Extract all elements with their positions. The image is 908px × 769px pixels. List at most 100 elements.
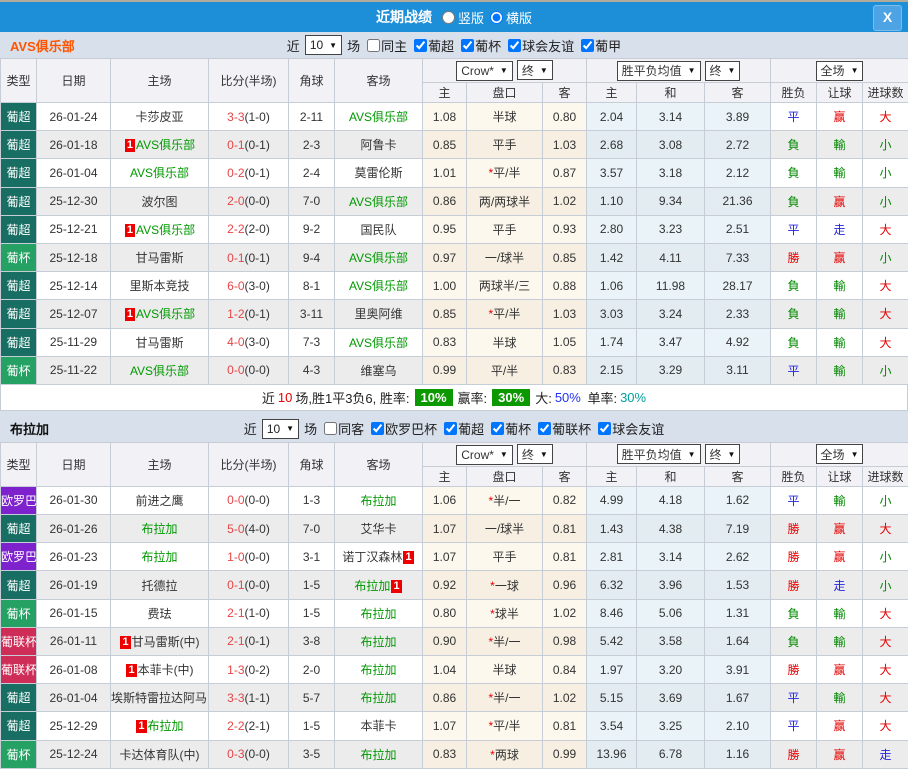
away-team-name: 布拉加 [360,663,396,677]
summary-handicap-label: 赢率: [458,388,488,407]
odds-away-cell: 1.03 [543,300,587,328]
same-venue-filter-checkbox[interactable] [367,39,380,52]
result-text: 平 [788,494,800,508]
result-text: 勝 [788,748,800,762]
home-team-cell: 卡达体育队(中) [111,740,209,768]
avg-away-cell: 1.16 [705,740,771,768]
panel-title: 近期战绩 [376,7,432,27]
league-filter-1-checkbox[interactable] [444,422,457,435]
league-filter-1[interactable]: 葡杯 [457,36,501,55]
results-table: 类型日期主场比分(半场)角球客场Crow*▼终▼胜平负均值▼终▼全场▼主盘口客主… [0,58,908,385]
sub-header-0: 主 [423,83,467,103]
result-text: 走 [834,223,846,237]
avg-stage-select[interactable]: 终▼ [705,61,741,81]
league-filter-3[interactable]: 葡甲 [577,36,621,55]
halftime-score: (4-0) [245,522,270,536]
result-text: 大 [880,279,892,293]
corner-cell: 2-0 [289,656,335,684]
same-venue-filter-label: 同主 [381,36,407,55]
result-text: 赢 [834,522,846,536]
avg-type-select[interactable]: 胜平负均值▼ [617,444,701,464]
same-venue-filter[interactable]: 同客 [320,419,364,438]
same-venue-filter-checkbox[interactable] [324,422,337,435]
fulltime-score: 2-2 [227,222,244,236]
filter-row: AVS俱乐部近10▼场同主葡超葡杯球会友谊葡甲 [0,32,908,58]
league-filter-3-checkbox[interactable] [538,422,551,435]
close-icon: X [883,9,892,25]
result-text: 輸 [834,279,846,293]
league-filter-1-label: 葡杯 [475,36,501,55]
handicap-cell: *半/一 [467,486,543,514]
odds-home-cell: 0.97 [423,243,467,271]
bookmaker-select[interactable]: Crow*▼ [456,445,513,465]
league-filter-0[interactable]: 葡超 [410,36,454,55]
halftime-score: (1-1) [245,691,270,705]
match-period-select[interactable]: 全场▼ [816,444,864,464]
home-team-cell: 1布拉加 [111,712,209,740]
odds-stage-select[interactable]: 终▼ [517,60,553,80]
result-cell: 勝 [771,740,817,768]
handicap-text: 一球 [495,579,519,593]
match-count-select-value: 10 [310,38,323,52]
games-label: 场 [347,36,360,55]
league-filter-2[interactable]: 葡杯 [487,419,531,438]
match-count-select[interactable]: 10▼ [305,35,342,55]
goals-result-cell: 大 [863,712,908,740]
red-marker-badge: 1 [120,636,130,649]
date-cell: 26-01-18 [37,131,111,159]
odds-stage-select[interactable]: 终▼ [517,444,553,464]
league-filter-2-checkbox[interactable] [508,39,521,52]
odds-home-cell: 0.83 [423,328,467,356]
col-header-0: 类型 [1,59,37,103]
league-filter-1[interactable]: 葡超 [440,419,484,438]
match-count-select[interactable]: 10▼ [262,419,299,439]
handicap-text: 平手 [492,223,516,237]
odds-home-cell: 1.07 [423,712,467,740]
result-cell: 平 [771,486,817,514]
league-filter-1-checkbox[interactable] [461,39,474,52]
league-filter-2-checkbox[interactable] [491,422,504,435]
league-filter-0[interactable]: 欧罗巴杯 [367,419,437,438]
handicap-result-cell: 輸 [817,356,863,384]
table-row: 葡超26-01-04埃斯特雷拉达阿马多拉3-3(1-1)5-7布拉加0.86*半… [1,684,908,712]
home-team-cell: 1AVS俱乐部 [111,215,209,243]
halftime-score: (2-1) [245,719,270,733]
away-team-name: AVS俱乐部 [349,279,408,293]
league-filter-3-checkbox[interactable] [581,39,594,52]
away-team-cell: 布拉加 [335,599,423,627]
league-filter-4[interactable]: 球会友谊 [594,419,664,438]
league-filter-4-checkbox[interactable] [598,422,611,435]
fulltime-score: 5-0 [227,522,244,536]
avg-type-select[interactable]: 胜平负均值▼ [617,61,701,81]
layout-horizontal-label: 横版 [506,8,532,27]
avg-away-cell: 7.33 [705,243,771,271]
league-filter-2[interactable]: 球会友谊 [504,36,574,55]
home-team-name: AVS俱乐部 [136,223,195,237]
avg-stage-select[interactable]: 终▼ [705,444,741,464]
layout-vertical-option[interactable]: 竖版 [442,8,484,27]
result-text: 大 [880,110,892,124]
result-text: 平 [788,691,800,705]
handicap-cell: 半球 [467,328,543,356]
handicap-text: 半球 [492,663,516,677]
goals-result-cell: 走 [863,740,908,768]
layout-horizontal-option[interactable]: 横版 [490,8,532,27]
league-filter-0-checkbox[interactable] [414,39,427,52]
handicap-result-cell: 走 [817,215,863,243]
match-period-select[interactable]: 全场▼ [816,61,864,81]
result-text: 赢 [834,719,846,733]
league-filter-3[interactable]: 葡联杯 [534,419,591,438]
avg-home-cell: 1.06 [587,272,637,300]
close-button[interactable]: X [873,5,902,31]
avg-away-cell: 2.33 [705,300,771,328]
same-venue-filter[interactable]: 同主 [363,36,407,55]
result-cell: 勝 [771,543,817,571]
league-cell: 葡超 [1,684,37,712]
layout-horizontal-radio[interactable] [490,11,503,24]
corner-cell: 4-3 [289,356,335,384]
table-row: 葡杯25-11-22AVS俱乐部0-0(0-0)4-3维塞乌0.99平/半0.8… [1,356,908,384]
league-filter-0-checkbox[interactable] [371,422,384,435]
result-cell: 負 [771,599,817,627]
bookmaker-select[interactable]: Crow*▼ [456,61,513,81]
layout-vertical-radio[interactable] [442,11,455,24]
